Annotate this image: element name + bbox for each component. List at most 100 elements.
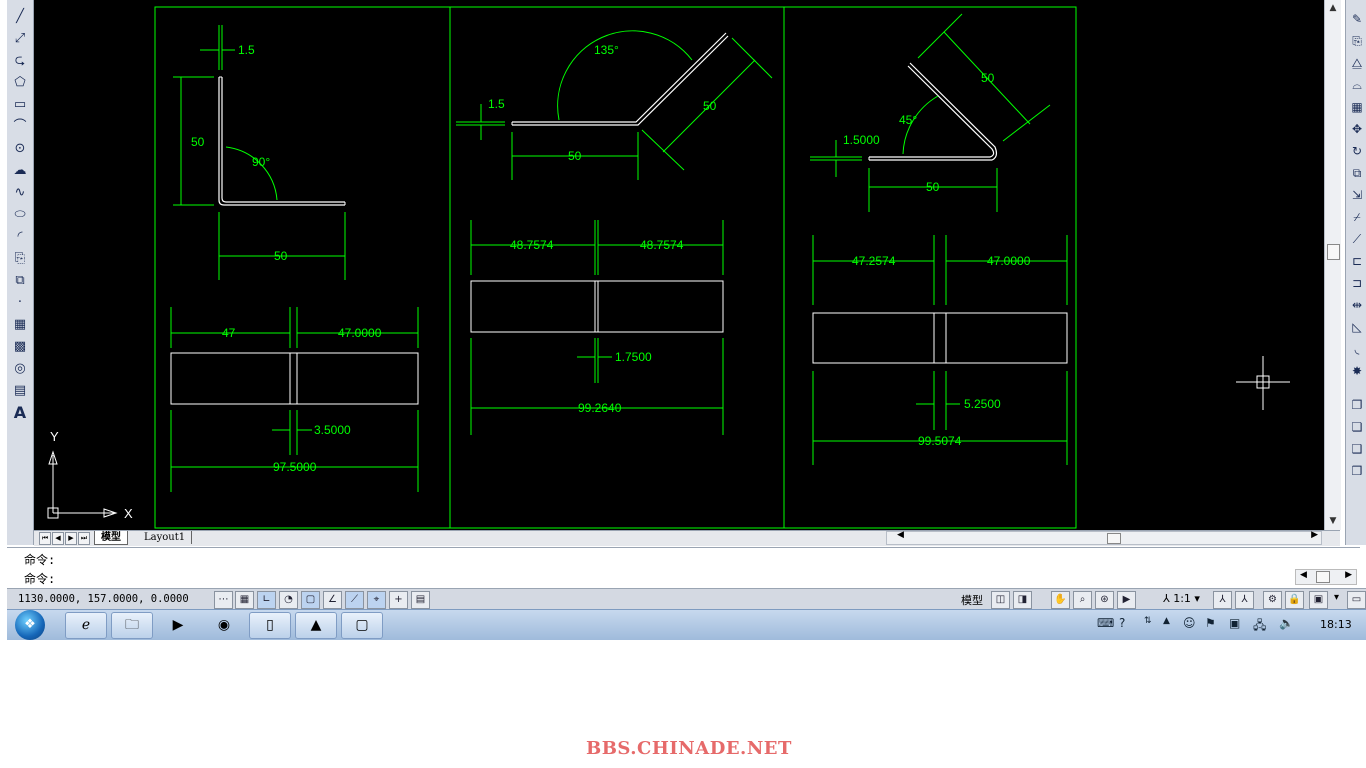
trim-icon[interactable]: ⌿ <box>1348 208 1366 226</box>
gradient-icon[interactable]: ▩ <box>10 338 30 356</box>
move-icon[interactable]: ✥ <box>1348 120 1366 138</box>
taskbar-window-icon[interactable]: ▢ <box>341 612 383 639</box>
hatch-icon[interactable]: ▦ <box>10 316 30 334</box>
rectangle-icon[interactable]: ▭ <box>10 96 30 114</box>
multiline-text-icon[interactable]: A <box>10 404 30 422</box>
explode-icon[interactable]: ✸ <box>1348 362 1366 380</box>
stretch-icon[interactable]: ⇲ <box>1348 186 1366 204</box>
taskbar-app-icon[interactable]: ◉ <box>203 612 245 639</box>
taskbar-document-icon[interactable]: ▯ <box>249 612 291 639</box>
tray-app-icon[interactable]: ▣ <box>1229 616 1240 630</box>
break-at-point-icon[interactable]: ⊏ <box>1348 252 1366 270</box>
break-icon[interactable]: ⊐ <box>1348 274 1366 292</box>
cmd-scroll-right-icon[interactable]: ▶ <box>1345 570 1352 580</box>
command-prompt[interactable]: 命令: <box>24 570 55 587</box>
copy-icon[interactable]: ⎘ <box>1348 32 1366 50</box>
qq-icon[interactable]: ☺ <box>1183 616 1196 630</box>
ortho-mode-icon[interactable]: ∟ <box>257 591 276 609</box>
bring-above-icon[interactable]: ❑ <box>1348 440 1366 458</box>
cmd-scroll-thumb[interactable] <box>1316 571 1330 583</box>
taskbar-autocad-icon[interactable]: ▲ <box>295 612 337 639</box>
taskbar-ie-icon[interactable]: ℯ <box>65 612 107 639</box>
scroll-right-icon[interactable]: ▶ <box>1311 530 1318 540</box>
draw-order-back-icon[interactable]: ❏ <box>1348 418 1366 436</box>
offset-icon[interactable]: ⌓ <box>1348 76 1366 94</box>
first-tab-icon[interactable]: ⏮ <box>39 532 51 545</box>
circle-icon[interactable]: ⊙ <box>10 140 30 158</box>
quick-view-drawings-icon[interactable]: ◨ <box>1013 591 1032 609</box>
volume-icon[interactable]: 🔈 <box>1279 616 1294 630</box>
pan-icon[interactable]: ✋ <box>1051 591 1070 609</box>
rotate-icon[interactable]: ↻ <box>1348 142 1366 160</box>
extend-icon[interactable]: ⟋ <box>1348 230 1366 248</box>
steering-wheel-icon[interactable]: ⊛ <box>1095 591 1114 609</box>
lineweight-icon[interactable]: + <box>389 591 408 609</box>
horizontal-scroll-thumb[interactable] <box>1107 533 1121 544</box>
taskbar-media-player-icon[interactable]: ▶ <box>157 612 199 639</box>
prev-tab-icon[interactable]: ◀ <box>52 532 64 545</box>
join-icon[interactable]: ⇹ <box>1348 296 1366 314</box>
scale-icon[interactable]: ⧉ <box>1348 164 1366 182</box>
help-icon[interactable]: ? <box>1119 616 1125 630</box>
point-icon[interactable]: · <box>10 294 30 312</box>
start-button-icon[interactable]: ❖ <box>15 610 45 640</box>
horizontal-scrollbar[interactable]: ◀ ▶ <box>886 530 1322 545</box>
polyline-icon[interactable]: ⮎ <box>10 52 30 70</box>
action-center-flag-icon[interactable]: ⚑ <box>1205 616 1216 630</box>
vertical-scrollbar[interactable]: ▲ ▼ <box>1324 0 1341 530</box>
quick-properties-icon[interactable]: ▤ <box>411 591 430 609</box>
taskbar-clock[interactable]: 18:13 <box>1320 618 1352 631</box>
grid-display-icon[interactable]: ▦ <box>235 591 254 609</box>
status-menu-icon[interactable]: ▾ <box>1334 592 1339 603</box>
annotation-visibility-icon[interactable]: ⅄ <box>1213 591 1232 609</box>
spline-icon[interactable]: ∿ <box>10 184 30 202</box>
send-under-icon[interactable]: ❒ <box>1348 462 1366 480</box>
region-icon[interactable]: ◎ <box>10 360 30 378</box>
model-space-label[interactable]: 模型 <box>961 592 983 608</box>
arc-icon[interactable]: ⌒ <box>10 118 30 136</box>
mirror-icon[interactable]: ⧋ <box>1348 54 1366 72</box>
cmd-scroll-left-icon[interactable]: ◀ <box>1300 570 1307 580</box>
annotation-scale[interactable]: ⅄ 1:1 ▾ <box>1163 592 1200 605</box>
revision-cloud-icon[interactable]: ☁ <box>10 162 30 180</box>
lock-icon[interactable]: 🔒 <box>1285 591 1304 609</box>
snap-tracking-icon[interactable]: ∠ <box>323 591 342 609</box>
auto-scale-icon[interactable]: ⅄ <box>1235 591 1254 609</box>
tray-expand-icon[interactable]: ▲ <box>1163 616 1170 626</box>
showmotion-icon[interactable]: ▶ <box>1117 591 1136 609</box>
dynamic-ucs-icon[interactable]: ⟋ <box>345 591 364 609</box>
insert-block-icon[interactable]: ⎘ <box>10 250 30 268</box>
dynamic-input-icon[interactable]: ⌖ <box>367 591 386 609</box>
keyboard-icon[interactable]: ⌨ <box>1097 616 1114 630</box>
drawing-canvas[interactable]: 1.5 50 90° 50 47 47.0000 3.5000 97.5000 … <box>34 0 1324 530</box>
construction-line-icon[interactable]: ⤢ <box>10 30 30 48</box>
line-tool-icon[interactable]: ╱ <box>10 8 30 26</box>
object-snap-icon[interactable]: ▢ <box>301 591 320 609</box>
input-method-icon[interactable]: ⇅ <box>1144 616 1152 626</box>
array-icon[interactable]: ▦ <box>1348 98 1366 116</box>
workspace-switch-icon[interactable]: ⚙ <box>1263 591 1282 609</box>
polygon-icon[interactable]: ⬠ <box>10 74 30 92</box>
tab-model[interactable]: 模型 <box>94 531 128 545</box>
make-block-icon[interactable]: ⧉ <box>10 272 30 290</box>
fillet-icon[interactable]: ◟ <box>1348 340 1366 358</box>
scroll-down-icon[interactable]: ▼ <box>1325 516 1341 526</box>
erase-icon[interactable]: ✎ <box>1348 10 1366 28</box>
snap-mode-icon[interactable]: ⋯ <box>214 591 233 609</box>
zoom-icon[interactable]: ⌕ <box>1073 591 1092 609</box>
network-icon[interactable]: 🖧 <box>1253 616 1266 637</box>
command-scrollbar[interactable]: ◀ ▶ <box>1295 569 1357 585</box>
coordinate-readout[interactable]: 1130.0000, 157.0000, 0.0000 <box>18 593 189 605</box>
tab-layout1[interactable]: Layout1 <box>138 531 193 544</box>
ellipse-icon[interactable]: ⬭ <box>10 206 30 224</box>
taskbar-explorer-icon[interactable]: 🗀 <box>111 612 153 639</box>
quick-view-layouts-icon[interactable]: ◫ <box>991 591 1010 609</box>
polar-tracking-icon[interactable]: ◔ <box>279 591 298 609</box>
scroll-up-icon[interactable]: ▲ <box>1325 3 1341 13</box>
table-icon[interactable]: ▤ <box>10 382 30 400</box>
draw-order-front-icon[interactable]: ❐ <box>1348 396 1366 414</box>
last-tab-icon[interactable]: ⏭ <box>78 532 90 545</box>
hardware-acceleration-icon[interactable]: ▣ <box>1309 591 1328 609</box>
clean-screen-icon[interactable]: ▭ <box>1347 591 1366 609</box>
next-tab-icon[interactable]: ▶ <box>65 532 77 545</box>
